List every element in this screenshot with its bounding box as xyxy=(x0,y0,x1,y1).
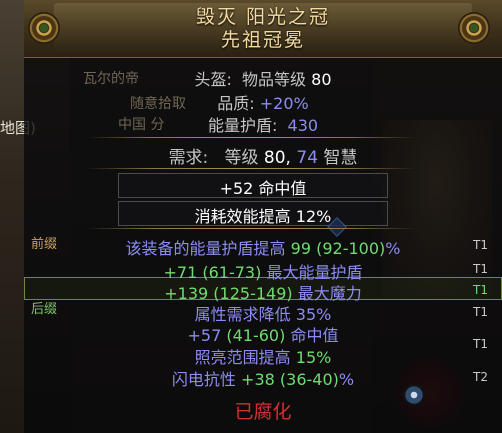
implicit-mod: +52 命中值 xyxy=(219,179,307,198)
energy-shield-row: 能量护盾: 430 xyxy=(207,116,319,135)
separator xyxy=(86,168,416,169)
explicit-mod[interactable]: 照亮范围提高 15% xyxy=(24,344,502,368)
item-name: 毁灭 阳光之冠 xyxy=(195,6,331,28)
item-base-type: 先祖冠冕 xyxy=(220,29,305,51)
quality-row: 品质: +20% xyxy=(217,94,309,113)
mod-tier: T2 xyxy=(473,370,488,384)
separator xyxy=(86,137,416,138)
mod-tier: T1 xyxy=(473,262,488,276)
mod-tier: T1 xyxy=(473,337,488,351)
explicit-mod[interactable]: +57 (41-60) 命中值 xyxy=(24,322,502,346)
explicit-mod[interactable]: 闪电抗性 +38 (36-40)% xyxy=(24,366,502,390)
explicit-mod[interactable]: 该装备的能量护盾提高 99 (92-100)% xyxy=(24,235,502,259)
item-class-row: 头盔: 物品等级 80 xyxy=(194,70,332,89)
corrupted-label: 已腐化 xyxy=(234,401,292,423)
separator xyxy=(86,228,416,229)
implicit-mod: 消耗效能提高 12% xyxy=(194,207,332,226)
mod-tier: T1 xyxy=(473,238,488,252)
mod-tier: T1 xyxy=(473,283,488,297)
mod-tier: T1 xyxy=(473,305,488,319)
requirements-row: 需求: 等级 80, 74 智慧 xyxy=(168,148,358,168)
